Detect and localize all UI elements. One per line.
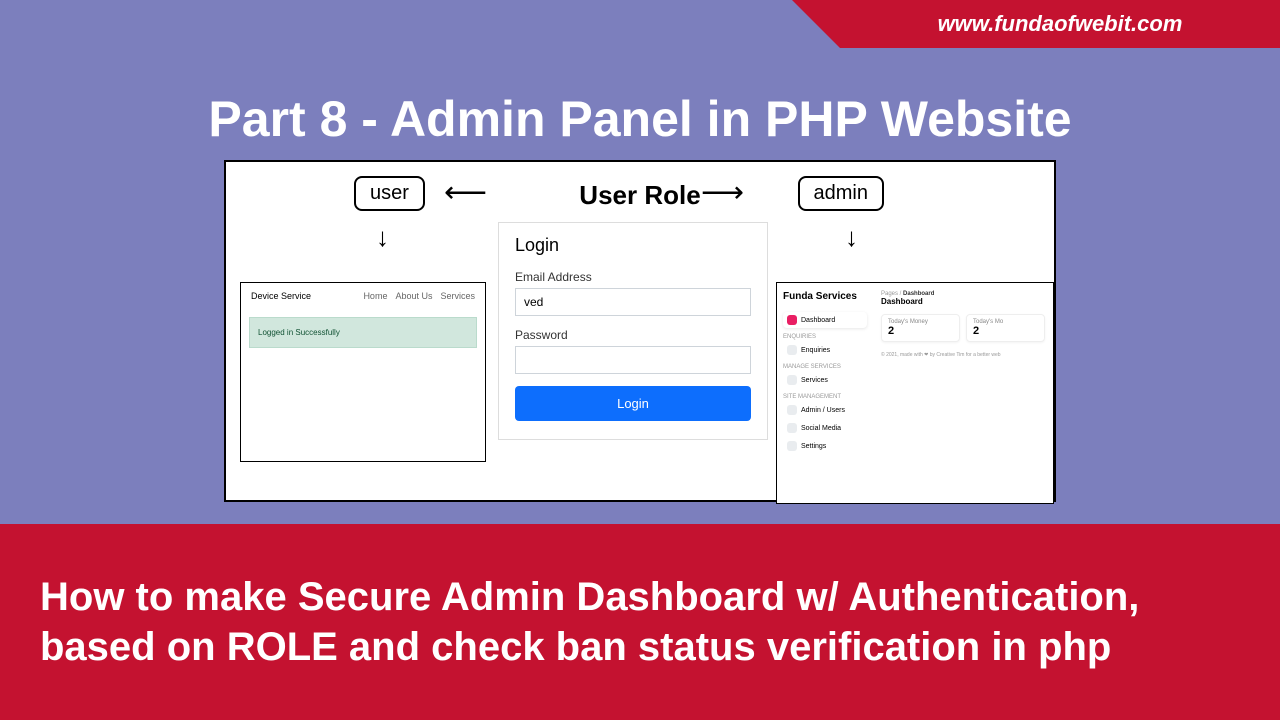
sidebar-enquiries-label: Enquiries	[801, 347, 830, 354]
admin-main: Pages / Dashboard Dashboard Today's Mone…	[873, 283, 1053, 366]
stat-value-1: 2	[888, 325, 953, 337]
success-alert: Logged in Successfully	[249, 317, 477, 348]
sidebar-social-label: Social Media	[801, 425, 841, 432]
nav-services[interactable]: Services	[440, 291, 475, 301]
enquiries-icon	[787, 345, 797, 355]
website-url: www.fundaofwebit.com	[938, 11, 1183, 37]
user-site-preview: Device Service Home About Us Services Lo…	[240, 282, 486, 462]
nav-about[interactable]: About Us	[395, 291, 432, 301]
admin-brand: Funda Services	[783, 291, 867, 302]
social-icon	[787, 423, 797, 433]
sidebar-section-services: MANAGE SERVICES	[783, 364, 867, 370]
user-role-heading: User Role	[579, 180, 700, 211]
sidebar-item-social-media[interactable]: Social Media	[783, 420, 867, 436]
sidebar-item-services[interactable]: Services	[783, 372, 867, 388]
password-field[interactable]	[515, 346, 751, 374]
user-site-nav: Home About Us Services	[363, 291, 475, 301]
sidebar-section-enquiries: ENQUIRIES	[783, 334, 867, 340]
admin-sidebar: Funda Services Dashboard ENQUIRIES Enqui…	[777, 283, 873, 503]
stat-card-1: Today's Money 2	[881, 314, 960, 342]
settings-icon	[787, 441, 797, 451]
sidebar-item-admin-users[interactable]: Admin / Users	[783, 402, 867, 418]
email-field[interactable]	[515, 288, 751, 316]
arrow-down-user-icon: ↓	[376, 224, 389, 250]
stat-cards: Today's Money 2 Today's Mo 2	[881, 314, 1045, 342]
email-label: Email Address	[515, 270, 751, 284]
password-label: Password	[515, 328, 751, 342]
sidebar-item-enquiries[interactable]: Enquiries	[783, 342, 867, 358]
stat-card-2: Today's Mo 2	[966, 314, 1045, 342]
sidebar-settings-label: Settings	[801, 443, 826, 450]
admin-role-badge: admin	[798, 176, 884, 211]
login-title: Login	[515, 235, 751, 256]
admin-footer: © 2021, made with ❤ by Creative Tim for …	[881, 352, 1045, 358]
users-icon	[787, 405, 797, 415]
dashboard-icon	[787, 315, 797, 325]
arrow-down-admin-icon: ↓	[845, 224, 858, 250]
diagram-panel: user admin User Role ⟵ ⟶ ↓ ↓ Login Email…	[224, 160, 1056, 502]
arrow-left-icon: ⟵	[444, 178, 487, 208]
website-url-banner: www.fundaofwebit.com	[840, 0, 1280, 48]
nav-home[interactable]: Home	[363, 291, 387, 301]
admin-dashboard-preview: Funda Services Dashboard ENQUIRIES Enqui…	[776, 282, 1054, 504]
stat-value-2: 2	[973, 325, 1038, 337]
user-site-brand: Device Service	[251, 291, 311, 301]
dashboard-heading: Dashboard	[881, 297, 1045, 306]
user-site-header: Device Service Home About Us Services	[241, 283, 485, 309]
bottom-description: How to make Secure Admin Dashboard w/ Au…	[40, 572, 1240, 672]
login-button[interactable]: Login	[515, 386, 751, 421]
user-role-badge: user	[354, 176, 425, 211]
sidebar-services-label: Services	[801, 377, 828, 384]
services-icon	[787, 375, 797, 385]
page-title: Part 8 - Admin Panel in PHP Website	[208, 90, 1071, 148]
sidebar-admin-users-label: Admin / Users	[801, 407, 845, 414]
sidebar-item-dashboard[interactable]: Dashboard	[783, 312, 867, 328]
sidebar-section-mgmt: SITE MANAGEMENT	[783, 394, 867, 400]
arrow-right-icon: ⟶	[701, 178, 744, 208]
login-form: Login Email Address Password Login	[498, 222, 768, 440]
sidebar-item-settings[interactable]: Settings	[783, 438, 867, 454]
sidebar-dashboard-label: Dashboard	[801, 317, 835, 324]
bottom-banner: How to make Secure Admin Dashboard w/ Au…	[0, 524, 1280, 720]
